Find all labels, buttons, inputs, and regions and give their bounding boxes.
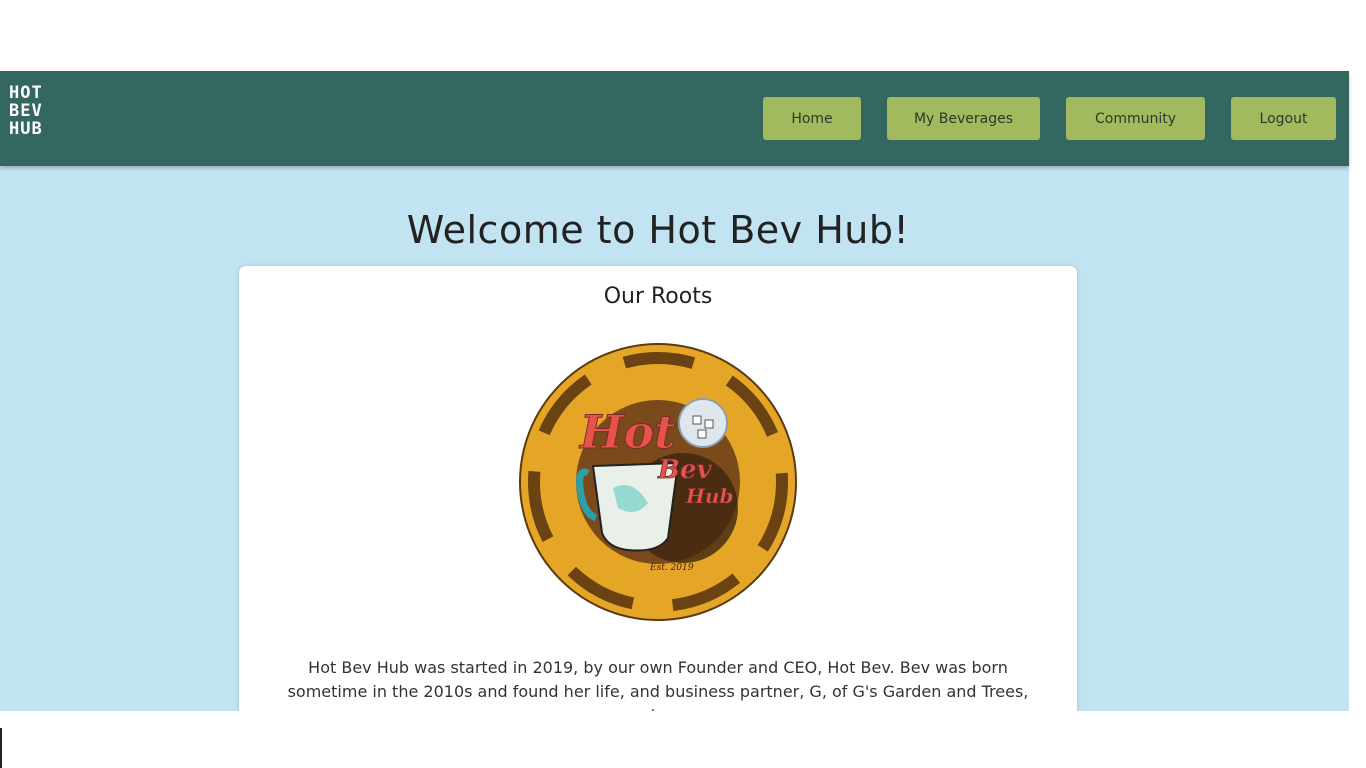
main-content: Welcome to Hot Bev Hub! Our Roots Hot Be… bbox=[0, 166, 1349, 711]
logo-text-bev: Bev bbox=[657, 455, 713, 485]
nav-logout-button[interactable]: Logout bbox=[1231, 97, 1336, 140]
brand-line-3: HUB bbox=[9, 119, 43, 139]
brand-line-1: HOT bbox=[9, 83, 43, 103]
bottom-blank-area bbox=[0, 711, 1366, 768]
logo-text-hot: Hot bbox=[578, 405, 675, 459]
brand-logo[interactable]: HOT BEV HUB bbox=[9, 84, 53, 138]
nav-my-beverages-button[interactable]: My Beverages bbox=[887, 97, 1040, 140]
logo-text-hub: Hub bbox=[685, 484, 733, 508]
text-cursor bbox=[0, 728, 2, 768]
navbar: HOT BEV HUB Home My Beverages Community … bbox=[0, 71, 1349, 166]
page-title: Welcome to Hot Bev Hub! bbox=[406, 208, 910, 252]
nav-community-button[interactable]: Community bbox=[1066, 97, 1205, 140]
hot-bev-hub-logo-image: Hot Bev Hub Est. 2019 bbox=[519, 343, 797, 621]
logo-text-est: Est. 2019 bbox=[649, 563, 694, 573]
our-roots-card: Our Roots Hot Bev Hub Est. 2019 Hot Bev … bbox=[239, 266, 1077, 711]
brand-line-2: BEV bbox=[9, 101, 43, 121]
our-roots-paragraph: Hot Bev Hub was started in 2019, by our … bbox=[287, 658, 1029, 711]
card-title: Our Roots bbox=[603, 284, 713, 309]
nav-home-button[interactable]: Home bbox=[763, 97, 861, 140]
